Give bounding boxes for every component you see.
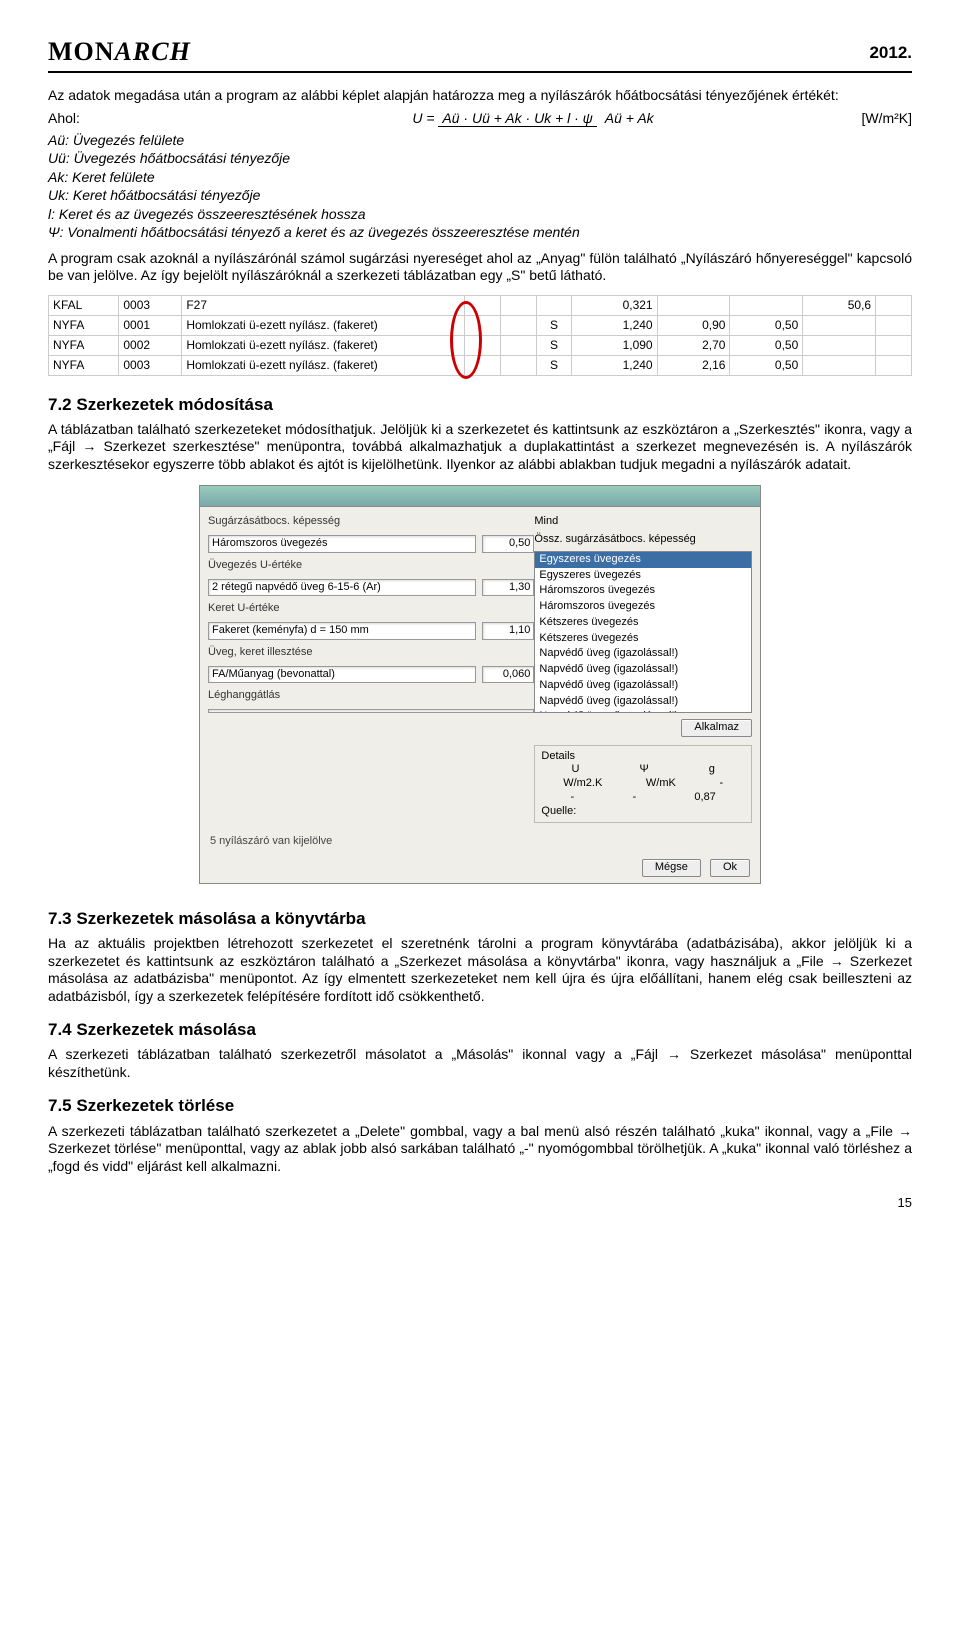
dlg-r4-field[interactable]: FA/Műanyag (bevonattal): [208, 666, 476, 684]
dlg-right-top[interactable]: Mind: [534, 515, 752, 529]
section-7-3-body: Ha az aktuális projektben létrehozott sz…: [48, 935, 912, 1005]
section-7-4-body: A szerkezeti táblázatban található szerk…: [48, 1046, 912, 1081]
section-7-2-body: A táblázatban található szerkezeteket mó…: [48, 421, 912, 474]
def-l: l: Keret és az üvegezés összeeresztéséne…: [48, 206, 912, 224]
logo: MONARCH: [48, 36, 191, 69]
formula-row: Ahol: U = Aü · Uü + Ak · Uk + l · ψ Aü +…: [48, 110, 912, 128]
doc-year: 2012.: [869, 42, 912, 63]
formula-unit: [W/m²K]: [822, 110, 912, 128]
logo-part1: MON: [48, 37, 115, 66]
dialog-window: Sugárzásátbocs. képesség Háromszoros üve…: [199, 485, 761, 884]
quelle: Quelle:: [541, 805, 745, 819]
section-7-5-body: A szerkezeti táblázatban található szerk…: [48, 1123, 912, 1176]
dlg-r1-num[interactable]: 0,50: [482, 535, 534, 553]
val-g: 0,87: [694, 791, 715, 805]
red-circle-annotation: [450, 301, 482, 379]
formula-num: Aü · Uü + Ak · Uk + l · ψ: [438, 110, 596, 127]
details-title: Details: [541, 750, 745, 764]
formula-where: Ahol:: [48, 110, 248, 128]
dlg-r5-label: Léghanggátlás: [208, 689, 348, 703]
def-Au: Aü: Üvegezés felülete: [48, 132, 912, 150]
dlg-r2-field[interactable]: 2 rétegű napvédő üveg 6-15-6 (Ar): [208, 579, 476, 597]
col-U: U: [571, 763, 579, 777]
val-psi: -: [632, 791, 636, 805]
dlg-r1-label: Sugárzásátbocs. képesség: [208, 515, 348, 529]
formula: U = Aü · Uü + Ak · Uk + l · ψ Aü + Ak: [248, 110, 822, 128]
dlg-r2-label: Üvegezés U-értéke: [208, 559, 348, 573]
def-psi: Ψ: Vonalmenti hőátbocsátási tényező a ke…: [48, 224, 912, 242]
dlg-r4-label: Üveg, keret illesztése: [208, 646, 348, 660]
unit-psi: W/mK: [646, 777, 676, 791]
dlg-listbox[interactable]: Egyszeres üvegezésEgyszeres üvegezésHáro…: [534, 551, 752, 713]
section-7-4-title: 7.4 Szerkezetek másolása: [48, 1019, 912, 1040]
dialog-titlebar: [200, 486, 760, 507]
dlg-details: Details U Ψ g W/m2.K W/mK - - - 0,87 Que…: [534, 745, 752, 824]
apply-button[interactable]: Alkalmaz: [681, 719, 752, 737]
formula-den: Aü + Ak: [601, 110, 658, 126]
definitions: Aü: Üvegezés felülete Uü: Üvegezés hőátb…: [48, 132, 912, 242]
page-number: 15: [48, 1195, 912, 1211]
paragraph-S: A program csak azoknál a nyílászárónál s…: [48, 250, 912, 285]
dlg-r4-num[interactable]: 0,060: [482, 666, 534, 684]
section-7-2-title: 7.2 Szerkezetek módosítása: [48, 394, 912, 415]
col-psi: Ψ: [639, 763, 648, 777]
dlg-r1-field[interactable]: Háromszoros üvegezés: [208, 535, 476, 553]
dlg-status: 5 nyílászáró van kijelölve: [200, 831, 760, 853]
intro-paragraph: Az adatok megadása után a program az alá…: [48, 87, 912, 105]
ok-button[interactable]: Ok: [710, 859, 750, 877]
dlg-r3-num[interactable]: 1,10: [482, 622, 534, 640]
def-Ak: Ak: Keret felülete: [48, 169, 912, 187]
dlg-r5-field[interactable]: [208, 709, 534, 713]
table-screenshot: KFAL0003F270,32150,6NYFA0001Homlokzati ü…: [48, 295, 912, 376]
section-7-3-title: 7.3 Szerkezetek másolása a könyvtárba: [48, 908, 912, 929]
dlg-r3-field[interactable]: Fakeret (keményfa) d = 150 mm: [208, 622, 476, 640]
dlg-r3-label: Keret U-értéke: [208, 602, 348, 616]
val-U: -: [571, 791, 575, 805]
unit-U: W/m2.K: [563, 777, 602, 791]
def-Uu: Uü: Üvegezés hőátbocsátási tényezője: [48, 150, 912, 168]
def-Uk: Uk: Keret hőátbocsátási tényezője: [48, 187, 912, 205]
section-7-5-title: 7.5 Szerkezetek törlése: [48, 1095, 912, 1116]
logo-part2: ARCH: [115, 37, 191, 66]
dlg-r2-num[interactable]: 1,30: [482, 579, 534, 597]
cancel-button[interactable]: Mégse: [642, 859, 701, 877]
dlg-right-title[interactable]: Össz. sugárzásátbocs. képesség: [534, 533, 752, 547]
unit-g: -: [719, 777, 723, 791]
col-g: g: [709, 763, 715, 777]
